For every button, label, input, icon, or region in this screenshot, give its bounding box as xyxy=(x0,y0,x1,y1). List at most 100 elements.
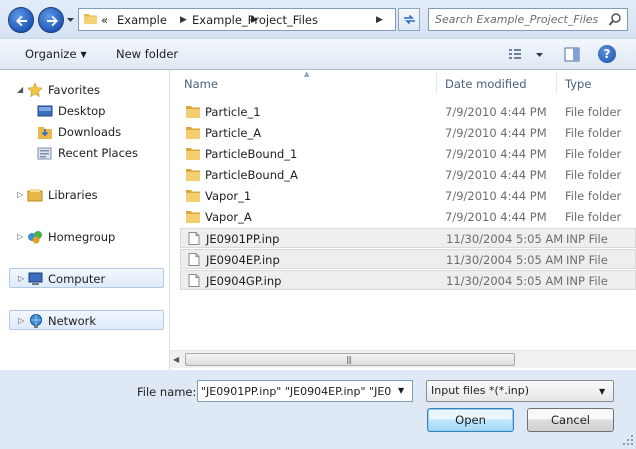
file-name: Vapor_1 xyxy=(205,189,252,203)
open-button[interactable]: Open xyxy=(427,408,514,432)
address-bar[interactable]: « ▶ Example ▶ Example_Project_Files ▶ xyxy=(78,8,465,31)
expand-icon[interactable]: ▷ xyxy=(18,274,24,283)
column-header-name[interactable]: Name xyxy=(184,70,218,96)
organize-label: Organize xyxy=(25,47,77,61)
folder-icon xyxy=(186,210,200,223)
nav-computer[interactable]: ▷ Computer xyxy=(9,268,164,288)
file-name-input[interactable] xyxy=(201,384,391,399)
sort-ascending-icon: ▲ xyxy=(304,70,310,78)
column-header-date[interactable]: Date modified xyxy=(445,70,527,96)
new-folder-button[interactable]: New folder xyxy=(116,47,178,61)
file-row[interactable]: Vapor_1 7/9/2010 4:44 PM File folder xyxy=(180,186,636,206)
file-type: File folder xyxy=(565,147,622,161)
file-row[interactable]: JE0904EP.inp 11/30/2004 5:05 AM INP File xyxy=(180,249,636,269)
libraries-icon xyxy=(27,189,43,202)
file-row[interactable]: Particle_A 7/9/2010 4:44 PM File folder xyxy=(180,123,636,143)
file-date: 7/9/2010 4:44 PM xyxy=(445,105,547,119)
file-icon xyxy=(187,274,201,287)
nav-libraries[interactable]: ▷ Libraries xyxy=(0,185,170,205)
column-header-type[interactable]: Type xyxy=(565,70,591,96)
preview-pane-icon[interactable] xyxy=(563,46,581,64)
recent-pages-dropdown-icon[interactable] xyxy=(66,16,75,24)
file-icon xyxy=(187,232,201,245)
file-date: 7/9/2010 4:44 PM xyxy=(445,147,547,161)
back-button[interactable] xyxy=(8,7,34,33)
scroll-left-icon[interactable]: ◀ xyxy=(173,355,179,364)
column-separator[interactable] xyxy=(556,72,557,94)
address-overflow[interactable]: « xyxy=(101,13,108,27)
grip-icon: ||| xyxy=(346,355,352,364)
dialog-footer: File name: ▼ Input files *(*.inp) ▼ Open… xyxy=(0,370,636,449)
breadcrumb-example-project-files[interactable]: Example_Project_Files xyxy=(192,13,318,27)
file-row[interactable]: ParticleBound_A 7/9/2010 4:44 PM File fold… xyxy=(180,165,636,185)
expand-icon[interactable]: ▷ xyxy=(17,232,23,241)
file-name-combobox[interactable]: ▼ xyxy=(197,380,413,402)
chevron-down-icon[interactable]: ▼ xyxy=(398,386,404,395)
folder-icon xyxy=(186,105,200,118)
breadcrumb-chevron-icon[interactable]: ▶ xyxy=(376,15,383,25)
downloads-folder-icon xyxy=(38,127,52,139)
file-type: INP File xyxy=(566,274,608,288)
horizontal-scrollbar[interactable]: ◀ ||| xyxy=(170,350,636,368)
nav-network[interactable]: ▷ Network xyxy=(9,310,164,330)
nav-desktop-label: Desktop xyxy=(58,104,106,118)
file-date: 7/9/2010 4:44 PM xyxy=(445,210,547,224)
forward-button[interactable] xyxy=(38,7,64,33)
file-type: File folder xyxy=(565,189,622,203)
back-arrow-icon xyxy=(16,15,27,27)
file-name: Vapor_A xyxy=(205,210,252,224)
file-name-label: File name: xyxy=(137,385,197,399)
file-type: INP File xyxy=(566,232,608,246)
search-box[interactable] xyxy=(428,8,628,31)
file-name: JE0904GP.inp xyxy=(206,274,282,288)
file-type: File folder xyxy=(565,210,622,224)
file-date: 7/9/2010 4:44 PM xyxy=(445,189,547,203)
chevron-down-icon: ▼ xyxy=(80,50,87,59)
cancel-button[interactable]: Cancel xyxy=(527,408,614,432)
homegroup-icon xyxy=(28,231,42,244)
file-row[interactable]: JE0904GP.inp 11/30/2004 5:05 AM INP File xyxy=(180,270,636,290)
navigation-pane: ◢ Favorites Desktop Downloads Recent Pla… xyxy=(0,70,170,370)
file-name: JE0904EP.inp xyxy=(206,253,280,267)
nav-favorites-label: Favorites xyxy=(48,83,100,97)
expand-icon[interactable]: ▷ xyxy=(17,190,23,199)
collapse-icon[interactable]: ◢ xyxy=(17,85,23,94)
nav-desktop[interactable]: Desktop xyxy=(0,101,170,121)
file-row[interactable]: ParticleBound_1 7/9/2010 4:44 PM File fold… xyxy=(180,144,636,164)
nav-recent-places[interactable]: Recent Places xyxy=(0,143,170,163)
forward-arrow-icon xyxy=(47,15,58,27)
nav-favorites[interactable]: ◢ Favorites xyxy=(0,80,170,100)
column-separator[interactable] xyxy=(436,72,437,94)
nav-downloads[interactable]: Downloads xyxy=(0,122,170,142)
file-name: ParticleBound_1 xyxy=(205,147,298,161)
recent-places-icon xyxy=(37,147,52,160)
scrollbar-thumb[interactable]: ||| xyxy=(185,353,515,366)
file-type: File folder xyxy=(565,168,622,182)
file-row[interactable]: JE0901PP.inp 11/30/2004 5:05 AM INP File xyxy=(180,228,636,248)
file-date: 11/30/2004 5:05 AM xyxy=(446,232,564,246)
refresh-icon xyxy=(404,14,415,25)
expand-icon[interactable]: ▷ xyxy=(18,316,24,325)
search-icon[interactable] xyxy=(608,12,622,27)
nav-network-label: Network xyxy=(48,314,97,328)
network-icon xyxy=(30,314,42,328)
refresh-button[interactable] xyxy=(398,8,420,31)
command-bar: Organize ▼ New folder ? xyxy=(0,38,636,70)
file-row[interactable]: Vapor_A 7/9/2010 4:44 PM File folder xyxy=(180,207,636,227)
resize-grip-icon[interactable] xyxy=(622,434,634,446)
nav-homegroup[interactable]: ▷ Homegroup xyxy=(0,227,170,247)
file-row[interactable]: Particle_1 7/9/2010 4:44 PM File folder xyxy=(180,102,636,122)
folder-icon xyxy=(186,168,200,181)
file-type-value: Input files *(*.inp) xyxy=(431,384,530,397)
file-type-select[interactable]: Input files *(*.inp) ▼ xyxy=(426,380,614,402)
change-view-icon[interactable] xyxy=(507,46,547,64)
file-name: JE0901PP.inp xyxy=(206,232,280,246)
breadcrumb-chevron-icon[interactable]: ▶ xyxy=(180,15,187,25)
search-input[interactable] xyxy=(435,12,600,27)
breadcrumb-example[interactable]: Example xyxy=(117,13,167,27)
folder-icon xyxy=(186,189,200,202)
help-button[interactable]: ? xyxy=(598,45,616,63)
star-icon xyxy=(27,82,43,98)
organize-button[interactable]: Organize ▼ xyxy=(25,47,87,61)
file-name: Particle_1 xyxy=(205,105,261,119)
